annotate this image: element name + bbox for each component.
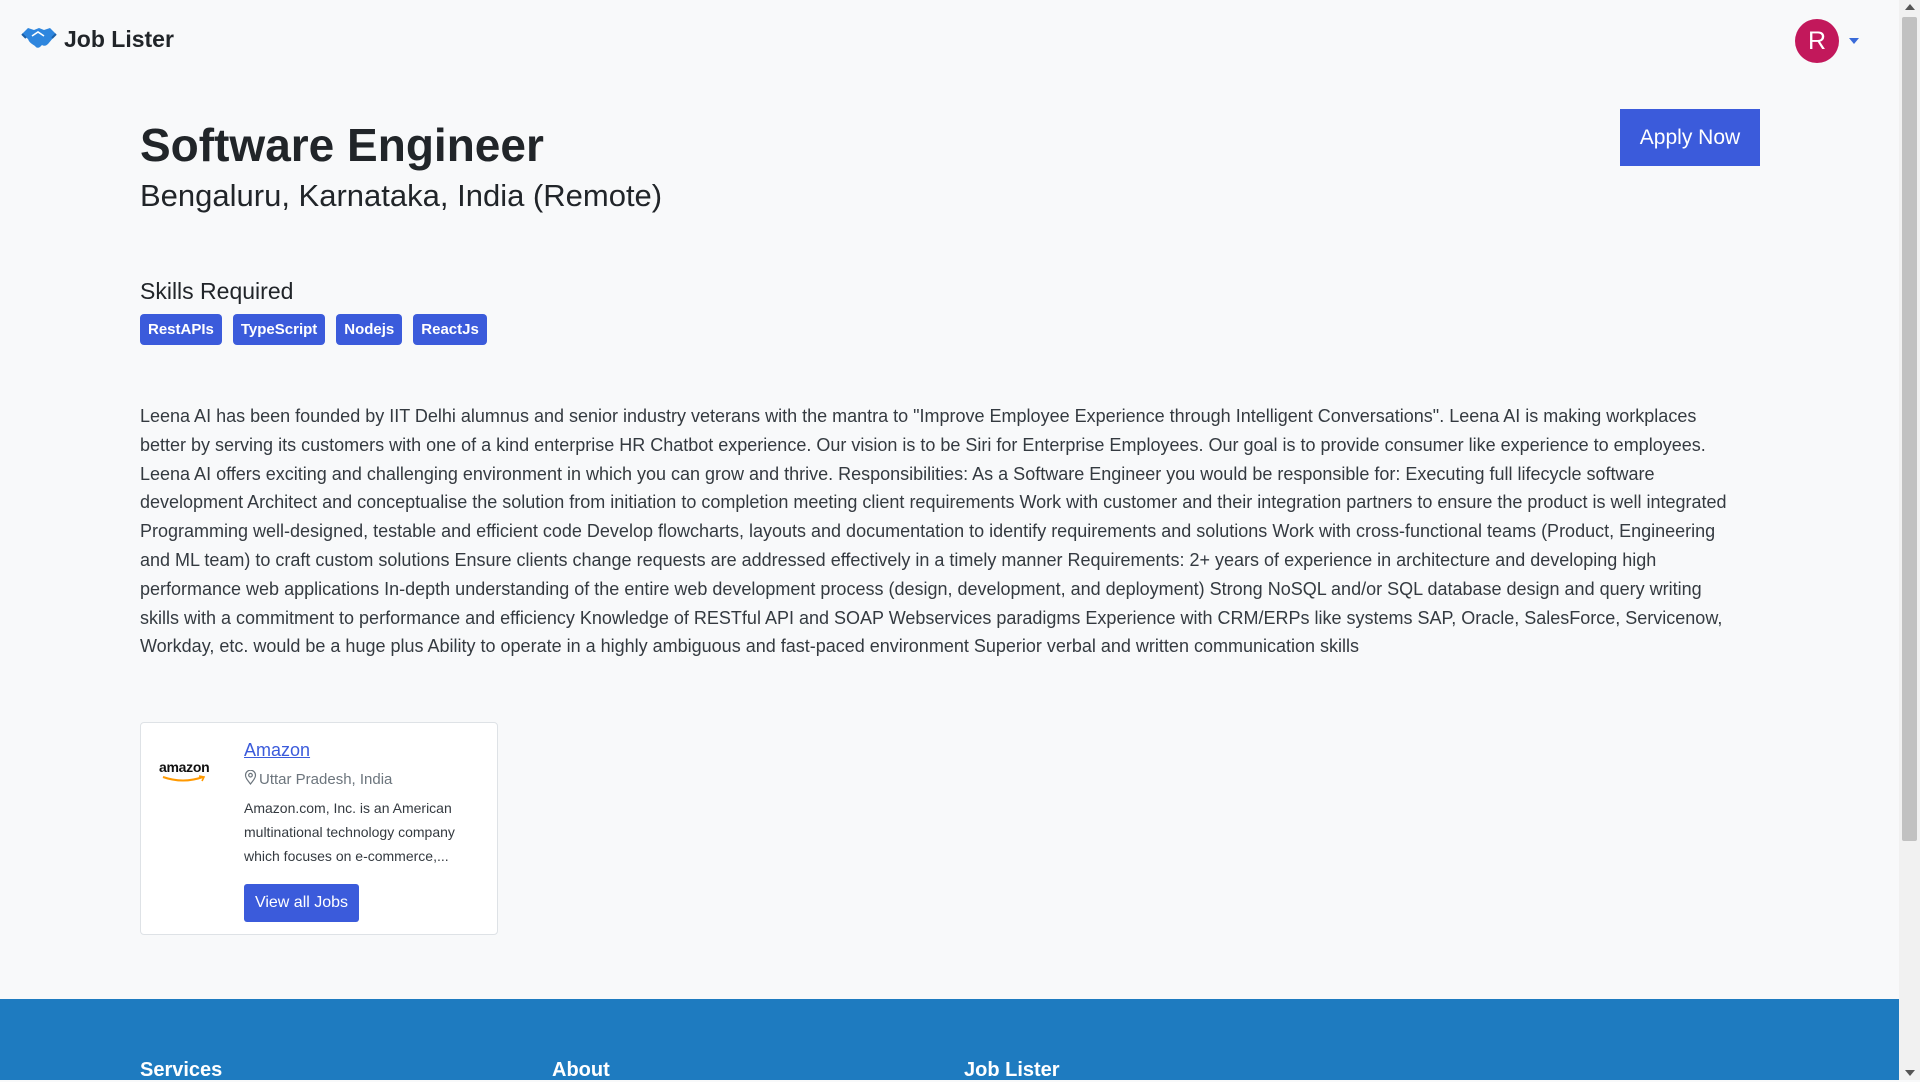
scroll-up-arrow-icon[interactable] — [1905, 4, 1915, 10]
top-navbar: Job Lister R — [0, 0, 1899, 82]
skills-list: RestAPIs TypeScript Nodejs ReactJs — [140, 314, 487, 345]
company-logo: amazon — [159, 759, 215, 789]
company-location-text: Uttar Pradesh, India — [259, 771, 393, 788]
brand-name: Job Lister — [64, 26, 174, 52]
handshake-icon — [20, 24, 58, 55]
skill-badge: TypeScript — [232, 314, 326, 345]
skill-badge: Nodejs — [336, 314, 403, 345]
page-scrollbar[interactable] — [1899, 0, 1920, 1080]
footer-heading-about: About — [552, 1059, 610, 1081]
job-description: Leena AI has been founded by IIT Delhi a… — [140, 406, 1727, 657]
amazon-logo-text: amazon — [159, 759, 210, 775]
caret-down-icon — [1849, 38, 1859, 44]
view-all-jobs-button[interactable]: View all Jobs — [244, 884, 359, 922]
map-pin-icon — [244, 769, 257, 789]
company-name-link[interactable]: Amazon — [244, 740, 310, 761]
footer-heading-job-lister: Job Lister — [964, 1059, 1060, 1081]
user-menu-toggle[interactable]: R — [1795, 19, 1859, 63]
avatar: R — [1795, 19, 1839, 63]
skill-badge: RestAPIs — [140, 314, 222, 345]
job-title: Software Engineer — [140, 119, 544, 171]
company-location: Uttar Pradesh, India — [244, 769, 393, 789]
brand-link[interactable]: Job Lister — [20, 24, 174, 55]
company-description: Amazon.com, Inc. is an American multinat… — [244, 800, 455, 864]
amazon-smile-icon — [162, 775, 206, 782]
company-card: amazon Amazon Uttar Pradesh, India Amazo… — [140, 722, 498, 935]
skill-badge: ReactJs — [413, 314, 487, 345]
job-location: Bengaluru, Karnataka, India (Remote) — [140, 178, 663, 213]
scroll-thumb[interactable] — [1902, 17, 1917, 841]
footer: Services About Job Lister — [0, 999, 1899, 1081]
scroll-down-arrow-icon[interactable] — [1905, 1070, 1915, 1076]
skills-heading: Skills Required — [140, 278, 294, 304]
apply-now-button[interactable]: Apply Now — [1620, 109, 1760, 166]
footer-heading-services: Services — [140, 1059, 223, 1081]
